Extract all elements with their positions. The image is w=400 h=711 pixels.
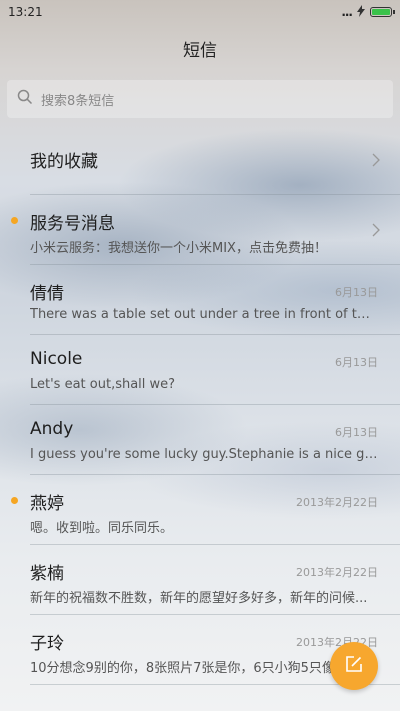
status-icons: ... xyxy=(341,4,395,20)
chevron-right-icon xyxy=(372,222,380,241)
conversation-item[interactable]: Andy 6月13日 I guess you're some lucky guy… xyxy=(30,405,400,475)
contact-name: Nicole xyxy=(30,349,83,369)
signal-icon: ... xyxy=(341,5,353,19)
charging-icon xyxy=(357,4,365,20)
service-preview: 小米云服务：我想送你一个小米MIX，点击免费抽！ xyxy=(30,241,327,256)
message-date: 2013年2月22日 xyxy=(296,496,378,509)
conversation-item[interactable]: 燕婷 2013年2月22日 嗯。收到啦。同乐同乐。 xyxy=(11,475,400,545)
status-bar: 13:21 ... xyxy=(0,0,400,24)
conversation-item[interactable]: 倩倩 6月13日 There was a table set out under… xyxy=(30,265,400,335)
compose-button[interactable] xyxy=(330,642,378,690)
chevron-right-icon xyxy=(372,152,380,171)
message-date: 6月13日 xyxy=(335,286,378,299)
contact-name: 燕婷 xyxy=(30,494,64,514)
contact-name: Andy xyxy=(30,419,74,439)
contact-name: 子玲 xyxy=(30,634,64,654)
message-preview: I guess you're some lucky guy.Stephanie … xyxy=(30,447,378,462)
message-date: 2013年2月22日 xyxy=(296,566,378,579)
message-date: 6月13日 xyxy=(335,426,378,439)
service-messages-item[interactable]: 服务号消息 小米云服务：我想送你一个小米MIX，点击免费抽！ xyxy=(11,195,400,265)
favorites-item[interactable]: 我的收藏 xyxy=(30,125,400,195)
conversation-item[interactable]: Nicole 6月13日 Let's eat out,shall we? xyxy=(30,335,400,405)
status-time: 13:21 xyxy=(8,5,43,19)
battery-icon xyxy=(370,7,395,17)
unread-dot xyxy=(11,217,18,224)
message-preview: 新年的祝福数不胜数，新年的愿望好多好多，新年的问候... xyxy=(30,591,368,606)
message-preview: 嗯。收到啦。同乐同乐。 xyxy=(30,521,174,536)
search-placeholder: 搜索8条短信 xyxy=(41,93,115,109)
unread-dot xyxy=(11,497,18,504)
conversation-item[interactable]: 紫楠 2013年2月22日 新年的祝福数不胜数，新年的愿望好多好多，新年的问候.… xyxy=(30,545,400,615)
favorites-title: 我的收藏 xyxy=(30,152,98,172)
contact-name: 倩倩 xyxy=(30,284,64,304)
message-preview: 10分想念9别的你，8张照片7张是你，6只小狗5只像你... xyxy=(30,661,361,676)
message-date: 6月13日 xyxy=(335,356,378,369)
edit-icon xyxy=(345,655,363,677)
message-preview: There was a table set out under a tree i… xyxy=(30,307,378,322)
search-icon xyxy=(17,89,41,109)
conversation-list: 我的收藏 服务号消息 小米云服务：我想送你一个小米MIX，点击免费抽！ 倩倩 6… xyxy=(0,125,400,685)
contact-name: 紫楠 xyxy=(30,564,64,584)
page-title: 短信 xyxy=(183,40,217,61)
message-preview: Let's eat out,shall we? xyxy=(30,377,176,392)
service-title: 服务号消息 xyxy=(30,214,115,234)
battery-level xyxy=(372,9,390,15)
search-input[interactable]: 搜索8条短信 xyxy=(7,80,393,118)
